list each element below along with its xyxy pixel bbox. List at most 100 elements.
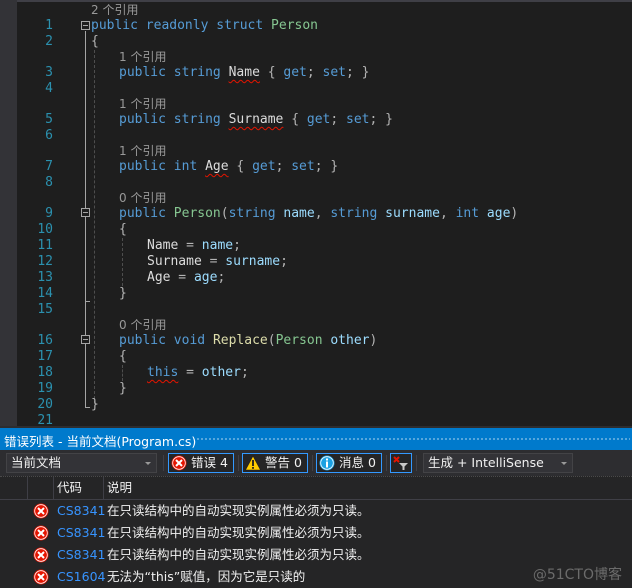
errors-filter-label: 错误 4 bbox=[191, 455, 228, 470]
error-description: 无法为“this”赋值，因为它是只读的 bbox=[107, 569, 306, 584]
error-icon bbox=[33, 547, 49, 563]
line-number: 16 bbox=[37, 333, 53, 348]
code-line: public Person(string name, string surnam… bbox=[119, 206, 518, 222]
keyword: public bbox=[119, 159, 166, 174]
info-icon bbox=[319, 455, 335, 471]
error-code-link[interactable]: CS8341 bbox=[57, 500, 105, 522]
clear-filter-icon bbox=[393, 456, 408, 470]
line-number: 5 bbox=[45, 112, 53, 127]
brace: { bbox=[119, 222, 127, 237]
error-code-link[interactable]: CS8341 bbox=[57, 522, 105, 544]
error-list-title-bar[interactable]: 错误列表 - 当前文档(Program.cs) bbox=[0, 428, 632, 450]
column-code[interactable]: 代码 bbox=[53, 477, 103, 499]
code-line: { bbox=[91, 34, 99, 50]
code-lens-references[interactable]: 0 个引用 bbox=[119, 190, 166, 206]
keyword: struct bbox=[216, 18, 264, 33]
build-source-dropdown[interactable]: 生成 + IntelliSense bbox=[423, 453, 573, 473]
build-source-value: 生成 + IntelliSense bbox=[428, 455, 544, 470]
indent-guide bbox=[94, 50, 95, 404]
property-surname-error[interactable]: Surname bbox=[229, 112, 284, 127]
scope-dropdown[interactable]: 当前文档 bbox=[6, 453, 157, 473]
code-line: } bbox=[119, 286, 127, 302]
error-row[interactable]: CS8341 在只读结构中的自动实现实例属性必须为只读。 bbox=[0, 544, 632, 566]
punct: ; bbox=[233, 238, 241, 253]
error-code-link[interactable]: CS8341 bbox=[57, 544, 105, 566]
paren: ( bbox=[267, 333, 276, 348]
parameter: other bbox=[201, 365, 241, 380]
keyword: set bbox=[346, 112, 370, 127]
code-line: Surname = surname; bbox=[147, 254, 288, 270]
line-number: 17 bbox=[37, 349, 53, 364]
paren: ) bbox=[369, 333, 378, 348]
keyword: get bbox=[252, 159, 276, 174]
line-number: 12 bbox=[37, 254, 53, 269]
code-editor[interactable]: 1 2 3 4 5 6 7 8 9 10 11 12 13 14 15 16 1… bbox=[0, 0, 632, 428]
code-lens-references[interactable]: 1 个引用 bbox=[119, 96, 166, 112]
keyword: string bbox=[228, 206, 276, 221]
clear-filter-button[interactable] bbox=[390, 453, 412, 473]
line-number: 2 bbox=[45, 34, 53, 49]
code-lens-references[interactable]: 0 个引用 bbox=[119, 317, 166, 333]
error-list-header: 代码 说明 bbox=[0, 476, 632, 499]
keyword: public bbox=[119, 206, 166, 221]
toolbar-separator bbox=[163, 455, 164, 471]
code-line: this = other; bbox=[147, 365, 249, 381]
operator: = bbox=[201, 254, 226, 269]
property-ref: Age bbox=[147, 270, 171, 285]
warnings-filter-button[interactable]: 警告 0 bbox=[242, 453, 308, 473]
keyword: string bbox=[330, 206, 378, 221]
collapse-constructor-icon[interactable] bbox=[81, 208, 90, 217]
errors-filter-button[interactable]: 错误 4 bbox=[168, 453, 234, 473]
outline-end bbox=[85, 301, 90, 302]
punct: ; bbox=[240, 365, 249, 380]
line-number: 14 bbox=[37, 286, 53, 301]
property-name-error[interactable]: Name bbox=[229, 65, 260, 80]
line-number: 1 bbox=[45, 18, 53, 33]
collapse-method-icon[interactable] bbox=[81, 335, 90, 344]
parameter: age bbox=[486, 206, 511, 221]
this-keyword-error[interactable]: this bbox=[147, 365, 178, 380]
property-age-error[interactable]: Age bbox=[205, 159, 228, 174]
column-icon[interactable] bbox=[27, 477, 53, 499]
parameter: name bbox=[283, 206, 315, 221]
line-number: 18 bbox=[37, 365, 53, 380]
parameter: surname bbox=[385, 206, 440, 221]
error-list-panel: 错误列表 - 当前文档(Program.cs) 当前文档 错误 4 警告 0 消… bbox=[0, 426, 632, 588]
property-ref: Name bbox=[147, 238, 179, 253]
error-row[interactable]: CS8341 在只读结构中的自动实现实例属性必须为只读。 bbox=[0, 500, 632, 522]
error-icon bbox=[33, 503, 49, 519]
error-list-title: 错误列表 - 当前文档(Program.cs) bbox=[4, 434, 197, 449]
code-line: { bbox=[119, 222, 127, 238]
parameter: name bbox=[201, 238, 234, 253]
code-lens-references[interactable]: 1 个引用 bbox=[119, 143, 166, 159]
warning-icon bbox=[245, 455, 261, 471]
code-line: public readonly struct Person bbox=[91, 18, 318, 34]
brace: { bbox=[259, 65, 284, 80]
error-row[interactable]: CS8341 在只读结构中的自动实现实例属性必须为只读。 bbox=[0, 522, 632, 544]
punct: ; bbox=[275, 159, 292, 174]
brace: } bbox=[361, 65, 370, 80]
scope-dropdown-value: 当前文档 bbox=[11, 455, 62, 470]
line-number: 7 bbox=[45, 159, 53, 174]
type-name: Person bbox=[275, 333, 323, 348]
collapse-struct-icon[interactable] bbox=[81, 21, 90, 30]
brace: } bbox=[91, 397, 99, 412]
error-icon bbox=[171, 455, 187, 471]
line-number: 3 bbox=[45, 65, 53, 80]
error-code-link[interactable]: CS1604 bbox=[57, 566, 105, 588]
messages-filter-button[interactable]: 消息 0 bbox=[316, 453, 382, 473]
column-description[interactable]: 说明 bbox=[103, 477, 632, 499]
code-line: public string Name { get; set; } bbox=[119, 65, 370, 81]
comma: , bbox=[439, 206, 456, 221]
line-number: 9 bbox=[45, 206, 53, 221]
toolbar-separator bbox=[386, 455, 387, 471]
code-lens-references[interactable]: 1 个引用 bbox=[119, 49, 166, 65]
code-lens-references[interactable]: 2 个引用 bbox=[91, 2, 138, 18]
brace: { bbox=[91, 34, 99, 49]
brace: { bbox=[283, 112, 307, 127]
punct: ; bbox=[314, 159, 331, 174]
